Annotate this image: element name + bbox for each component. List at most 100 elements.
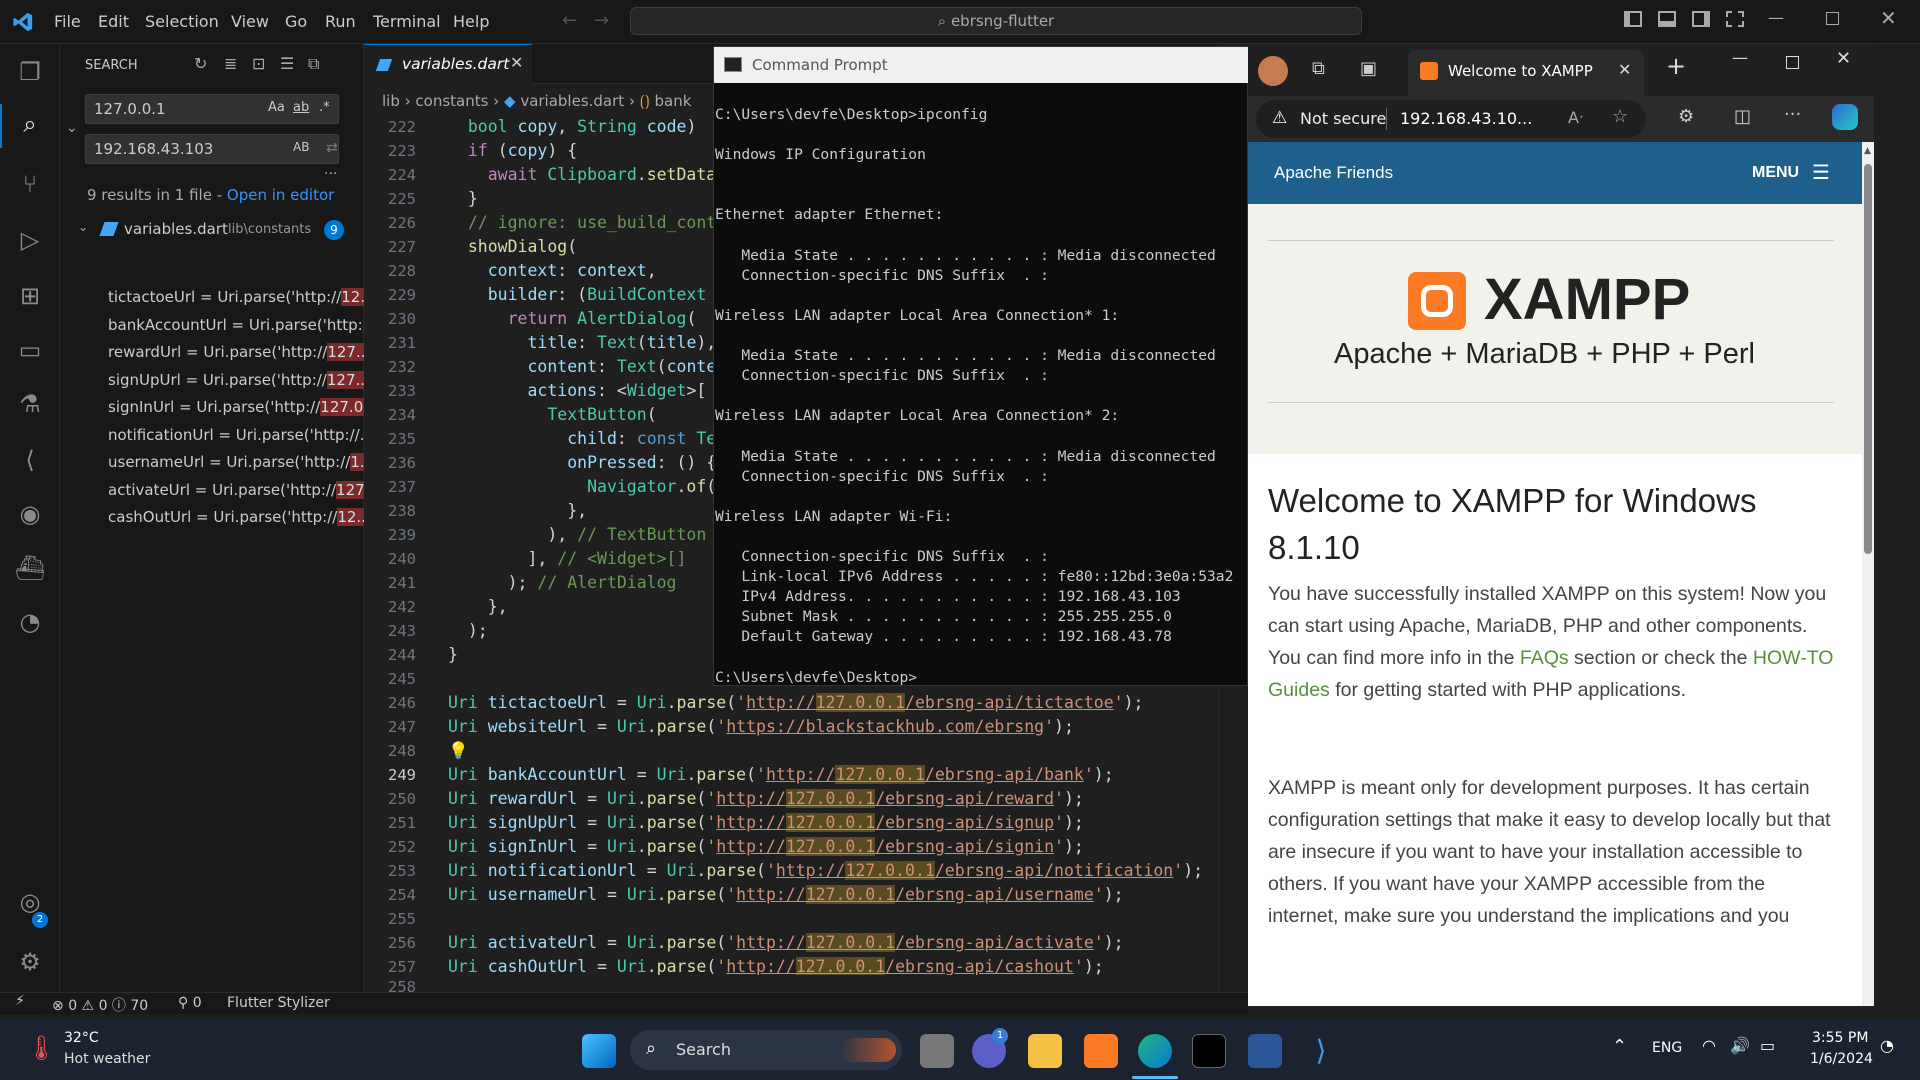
flutter-icon[interactable]: ⟨ xyxy=(14,444,46,476)
menu-run[interactable]: Run xyxy=(325,12,356,31)
settings-gear-icon[interactable]: ⚙ xyxy=(14,946,46,978)
regex-toggle[interactable]: .* xyxy=(319,100,330,115)
menu-edit[interactable]: Edit xyxy=(98,12,129,31)
url-text[interactable]: 192.168.43.10... xyxy=(1400,109,1532,128)
menu-go[interactable]: Go xyxy=(285,12,307,31)
collapse-all-icon[interactable]: ⧉ xyxy=(308,54,319,74)
language-indicator[interactable]: ENG xyxy=(1652,1040,1682,1056)
explorer-icon[interactable]: ❐ xyxy=(14,56,46,88)
minimize-icon[interactable]: — xyxy=(1768,8,1784,27)
new-search-editor-icon[interactable]: ⊡ xyxy=(252,54,265,73)
vscode-icon[interactable]: ⟩ xyxy=(1304,1034,1338,1068)
refresh-icon[interactable]: ↻ xyxy=(194,54,207,73)
toggle-panel-icon[interactable] xyxy=(1658,11,1676,27)
hamburger-icon[interactable]: ☰ xyxy=(1812,160,1830,184)
minimize-icon[interactable]: — xyxy=(1732,48,1748,67)
preserve-case-toggle[interactable]: AB xyxy=(293,140,309,154)
toggle-replace-icon[interactable]: ⌄ xyxy=(66,120,78,136)
battery-icon[interactable]: ▭ xyxy=(1760,1036,1775,1055)
more-options-icon[interactable]: ··· xyxy=(324,166,337,182)
run-debug-icon[interactable]: ▷ xyxy=(14,224,46,256)
open-in-editor-link[interactable]: Open in editor xyxy=(227,186,334,204)
menu-selection[interactable]: Selection xyxy=(145,12,219,31)
start-icon[interactable] xyxy=(582,1034,616,1068)
copilot-icon[interactable] xyxy=(1832,104,1858,130)
timeline-icon[interactable]: ◔ xyxy=(14,606,46,638)
favorite-star-icon[interactable]: ☆ xyxy=(1612,106,1628,127)
edge-icon[interactable] xyxy=(1138,1034,1172,1068)
task-view-icon[interactable] xyxy=(920,1034,954,1068)
faqs-link[interactable]: FAQs xyxy=(1520,647,1569,669)
testing-icon[interactable]: ⚗ xyxy=(14,388,46,420)
search-icon[interactable]: ⌕ xyxy=(14,108,46,140)
toggle-sidebar-icon[interactable] xyxy=(1624,11,1642,27)
word-icon[interactable] xyxy=(1248,1034,1282,1068)
clear-results-icon[interactable]: ≣ xyxy=(224,54,237,73)
wifi-icon[interactable]: ◠ xyxy=(1702,1036,1716,1055)
docker-icon[interactable]: ⛴ xyxy=(14,552,46,584)
match-case-toggle[interactable]: Aa xyxy=(268,100,285,115)
menu-file[interactable]: File xyxy=(54,12,81,31)
remote-indicator-icon[interactable]: ⚡ xyxy=(0,993,40,1015)
close-icon[interactable]: ✕ xyxy=(1880,6,1897,30)
forward-arrow-icon[interactable]: → xyxy=(594,10,609,31)
breadcrumb-item[interactable]: variables.dart xyxy=(520,92,624,110)
weather-label[interactable]: Hot weather xyxy=(64,1051,150,1067)
github-icon[interactable]: ◉ xyxy=(14,498,46,530)
cmd-output[interactable]: C:\Users\devfe\Desktop>ipconfig Windows … xyxy=(715,105,1233,688)
brand-link[interactable]: Apache Friends xyxy=(1274,163,1393,183)
weather-temp[interactable]: 32°C xyxy=(64,1030,99,1046)
close-icon[interactable]: ✕ xyxy=(1836,48,1851,69)
scrollbar-thumb[interactable] xyxy=(1864,164,1872,554)
address-bar[interactable]: ⚠ Not secure 192.168.43.10... Aᐧ ☆ xyxy=(1256,100,1646,138)
problems-indicator[interactable]: ⊗ 0 ⚠ 0 ⓘ 70 xyxy=(52,995,148,1015)
breadcrumb-item[interactable]: bank xyxy=(655,92,692,110)
source-control-icon[interactable]: ⑂ xyxy=(14,168,46,200)
page-scrollbar[interactable]: ▲ xyxy=(1862,142,1874,1006)
remote-explorer-icon[interactable]: ▭ xyxy=(14,334,46,366)
tab-variables-dart[interactable]: variables.dart ✕ xyxy=(364,44,532,84)
whole-word-toggle[interactable]: ab xyxy=(293,100,309,115)
breadcrumb-item[interactable]: constants xyxy=(415,92,488,110)
chevron-up-icon[interactable]: ⌃ xyxy=(1612,1036,1627,1057)
read-aloud-icon[interactable]: Aᐧ xyxy=(1568,108,1583,127)
clock-time[interactable]: 3:55 PM xyxy=(1812,1030,1868,1046)
command-center[interactable]: ⌕ ebrsng-flutter xyxy=(630,7,1362,35)
clock-date[interactable]: 1/6/2024 xyxy=(1810,1051,1873,1067)
new-tab-icon[interactable]: + xyxy=(1666,52,1686,80)
menu-help[interactable]: Help xyxy=(453,12,489,31)
menu-button[interactable]: MENU xyxy=(1752,164,1799,182)
workspaces-icon[interactable]: ⧉ xyxy=(1312,58,1325,79)
tab-xampp[interactable]: Welcome to XAMPP ✕ xyxy=(1408,50,1644,96)
scroll-up-icon[interactable]: ▲ xyxy=(1864,146,1871,156)
toggle-secondary-sidebar-icon[interactable] xyxy=(1692,11,1710,27)
ports-indicator[interactable]: ⚲ 0 xyxy=(178,995,202,1011)
menu-terminal[interactable]: Terminal xyxy=(373,12,441,31)
split-screen-icon[interactable]: ◫ xyxy=(1734,106,1751,127)
tab-actions-icon[interactable]: ▣ xyxy=(1360,58,1377,79)
close-tab-icon[interactable]: ✕ xyxy=(510,53,523,72)
maximize-icon[interactable] xyxy=(1786,56,1799,69)
flutter-stylizer-status[interactable]: Flutter Stylizer xyxy=(227,995,330,1011)
more-options-icon[interactable]: ··· xyxy=(1784,104,1801,125)
extensions-icon[interactable]: ⊞ xyxy=(14,280,46,312)
not-secure-label[interactable]: Not secure xyxy=(1300,109,1386,128)
view-as-tree-icon[interactable]: ☰ xyxy=(280,54,294,73)
back-arrow-icon[interactable]: ← xyxy=(562,10,577,31)
extensions-icon[interactable]: ⚙ xyxy=(1678,106,1694,127)
menu-view[interactable]: View xyxy=(231,12,269,31)
file-explorer-icon[interactable] xyxy=(1028,1034,1062,1068)
notifications-icon[interactable]: ◔ xyxy=(1880,1036,1894,1055)
terminal-icon[interactable] xyxy=(1192,1034,1226,1068)
lightbulb-icon[interactable]: 💡 xyxy=(448,739,469,763)
volume-icon[interactable]: 🔊 xyxy=(1730,1036,1750,1055)
replace-all-icon[interactable]: ⇄ xyxy=(326,140,338,156)
result-file-row[interactable]: ⌄ variables.dart lib\constants 9 xyxy=(60,220,364,242)
taskbar-search[interactable]: ⌕ Search xyxy=(630,1030,902,1070)
breadcrumb-item[interactable]: lib xyxy=(382,92,400,110)
customize-layout-icon[interactable] xyxy=(1726,11,1744,27)
close-tab-icon[interactable]: ✕ xyxy=(1618,60,1631,79)
avatar[interactable] xyxy=(1258,56,1288,86)
xampp-taskbar-icon[interactable] xyxy=(1084,1034,1118,1068)
maximize-icon[interactable] xyxy=(1826,12,1839,25)
